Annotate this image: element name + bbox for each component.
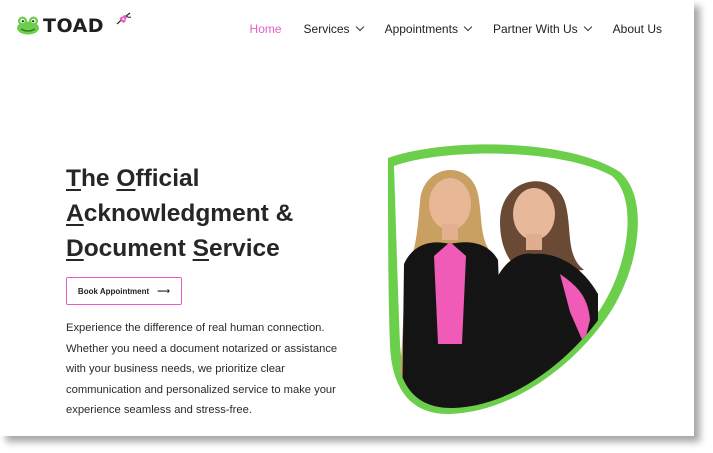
nav-about-label: About Us [612, 22, 662, 36]
hero-description: Experience the difference of real human … [66, 322, 338, 416]
main-nav: Home Services Appointments Partner With … [228, 22, 662, 36]
hero-title-line-2: Acknowledgment & [66, 200, 293, 227]
nav-home[interactable]: Home [250, 22, 282, 36]
title-initial: D [66, 235, 84, 262]
nav-services[interactable]: Services [303, 22, 364, 36]
hero-title-line-1: The Official [66, 165, 199, 192]
nav-partner-label: Partner With Us [492, 22, 578, 36]
title-text: ervice [208, 235, 280, 262]
nav-appointments[interactable]: Appointments [384, 22, 473, 36]
title-text: cknowledgment & [83, 200, 294, 227]
chevron-down-icon [583, 22, 592, 32]
chevron-down-icon [355, 22, 364, 32]
chevron-down-icon [463, 22, 473, 32]
title-initial: O [116, 165, 136, 192]
page: TOAD Home Services Appointments Partner … [0, 0, 694, 436]
title-initial: A [66, 200, 84, 227]
title-initial: T [66, 165, 81, 192]
arrow-right-icon: ⟶ [157, 285, 171, 296]
nav-partner-with-us[interactable]: Partner With Us [492, 22, 592, 36]
hero-title-line-3: Document Service [66, 235, 280, 262]
title-text: fficial [135, 165, 200, 192]
nav-home-label: Home [249, 22, 282, 36]
hero-photo [388, 144, 638, 415]
title-text: ocument [83, 235, 193, 262]
nav-appointments-label: Appointments [384, 22, 458, 36]
hero-title: The Official Acknowledgment & Document S… [66, 161, 293, 266]
nav-services-label: Services [303, 22, 350, 36]
book-appointment-button[interactable]: Book Appointment ⟶ [66, 277, 182, 305]
frog-icon [17, 16, 39, 35]
nav-about-us[interactable]: About Us [613, 22, 662, 36]
title-initial: S [192, 235, 209, 262]
toad-logo[interactable]: TOAD [16, 12, 132, 37]
book-appointment-label: Book Appointment [77, 286, 150, 296]
flower-icon [116, 12, 132, 25]
logo-text: TOAD [43, 15, 105, 37]
title-text: he [80, 165, 117, 192]
